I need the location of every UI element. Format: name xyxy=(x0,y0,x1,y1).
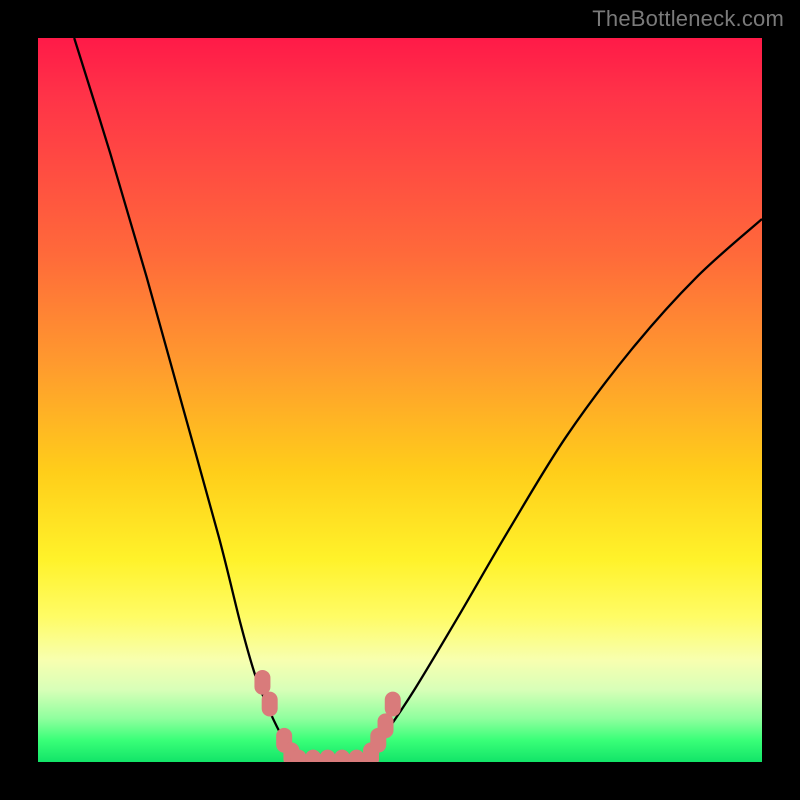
data-marker xyxy=(305,750,321,762)
data-marker xyxy=(385,692,401,717)
chart-frame: TheBottleneck.com xyxy=(0,0,800,800)
data-marker xyxy=(320,750,336,762)
data-marker xyxy=(254,670,270,695)
watermark-text: TheBottleneck.com xyxy=(592,6,784,32)
data-marker xyxy=(349,750,365,762)
curve-left-arm xyxy=(74,38,298,762)
data-marker xyxy=(378,713,394,738)
marker-group xyxy=(254,670,400,762)
data-marker xyxy=(334,750,350,762)
curve-right-arm xyxy=(364,219,762,762)
plot-area xyxy=(38,38,762,762)
data-marker xyxy=(262,692,278,717)
chart-svg xyxy=(38,38,762,762)
